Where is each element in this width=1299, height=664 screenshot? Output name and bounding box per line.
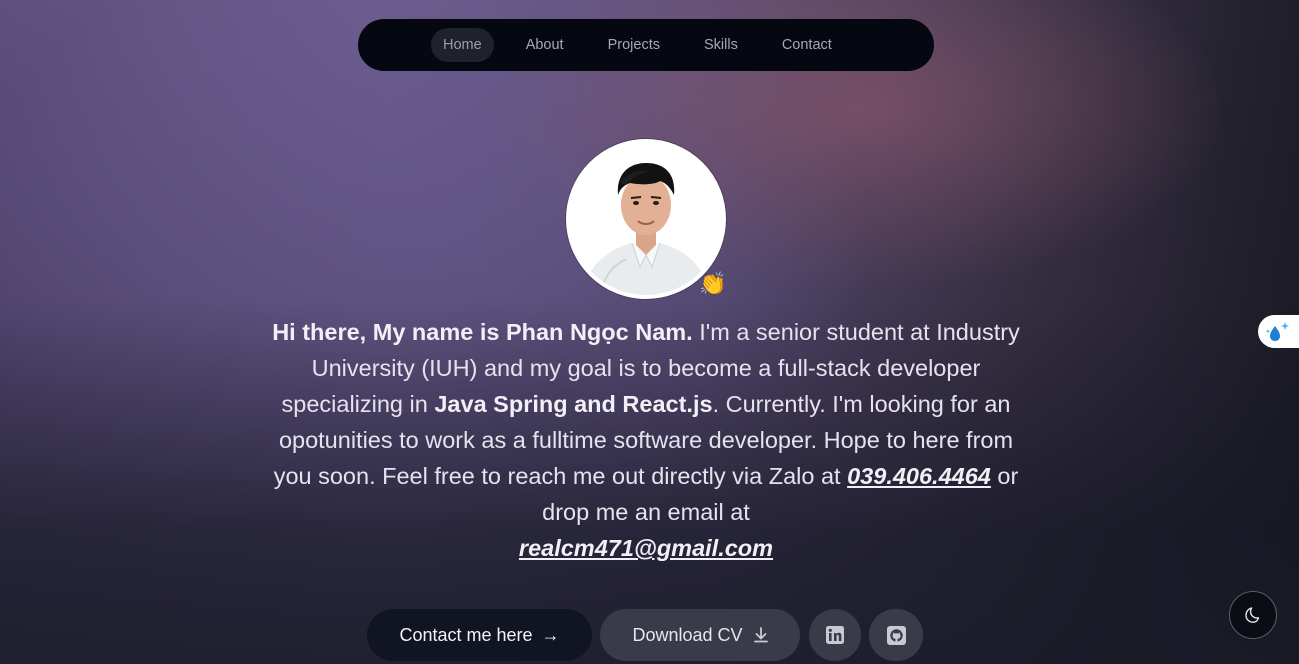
nav-skills[interactable]: Skills [692,28,750,62]
nav-about[interactable]: About [514,28,576,62]
download-cv-label: Download CV [632,624,743,645]
side-widget-button[interactable] [1258,315,1299,348]
top-nav: Home About Projects Skills Contact [358,19,934,71]
download-icon [753,627,768,643]
email-link[interactable]: realcm471@gmail.com [519,535,773,561]
phone-link[interactable]: 039.406.4464 [847,463,991,489]
moon-icon [1245,607,1260,623]
sparkle-drop-icon [1265,321,1289,341]
arrow-right-icon: → [541,624,560,645]
tech-stack: Java Spring and React.js [434,391,713,417]
github-icon [886,625,906,645]
nav-home[interactable]: Home [431,28,494,62]
theme-toggle-button[interactable] [1229,591,1277,639]
nav-projects[interactable]: Projects [596,28,672,62]
clap-emoji: 👏 [699,272,727,297]
linkedin-button[interactable] [809,609,861,661]
contact-me-button[interactable]: Contact me here → [367,609,592,661]
greeting: Hi there, My name is Phan Ngọc Nam. [272,319,693,345]
linkedin-icon [826,626,844,644]
contact-label: Contact me here [399,624,533,645]
download-cv-button[interactable]: Download CV [600,609,800,661]
nav-contact[interactable]: Contact [770,28,844,62]
intro-text: Hi there, My name is Phan Ngọc Nam. I'm … [259,314,1033,566]
github-button[interactable] [869,609,923,661]
